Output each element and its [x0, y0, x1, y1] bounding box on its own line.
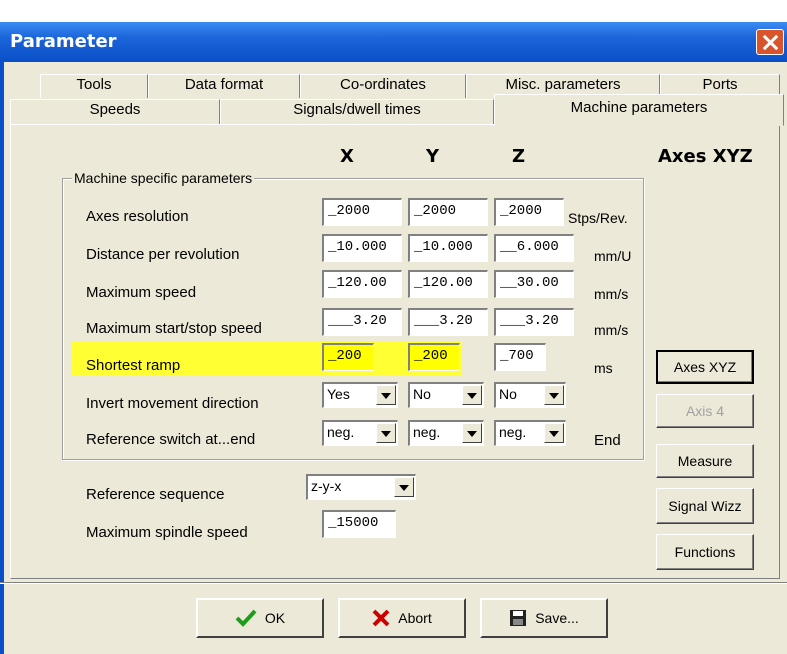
unit-maximum-speed: mm/s [594, 286, 629, 302]
shortest-ramp-z-field[interactable]: _700 [494, 343, 546, 371]
ok-label: OK [264, 610, 286, 626]
refswitch-y-select[interactable]: neg. [408, 420, 484, 446]
x-icon [372, 609, 390, 627]
abort-button[interactable]: Abort [338, 598, 466, 638]
unit-start-stop-speed: mm/s [594, 322, 629, 338]
start-stop-speed-y-field[interactable]: ___3.20 [408, 308, 488, 336]
unit-distance-per-rev: mm/U [594, 248, 632, 264]
label-max-start-stop-speed: Maximum start/stop speed [86, 320, 262, 337]
window-border [0, 62, 4, 654]
label-axes-resolution: Axes resolution [86, 208, 189, 225]
chevron-down-icon[interactable] [376, 385, 396, 405]
unit-reference-switch: End [594, 432, 621, 449]
distance-per-rev-x-field[interactable]: _10.000 [322, 234, 402, 262]
shortest-ramp-x-field[interactable]: _200 [322, 343, 374, 371]
abort-label: Abort [398, 610, 432, 626]
chevron-down-icon[interactable] [462, 423, 482, 443]
axes-resolution-y-field[interactable]: _2000 [408, 198, 488, 226]
tab-speeds[interactable]: Speeds [10, 99, 220, 125]
maximum-speed-z-field[interactable]: __30.00 [494, 270, 574, 298]
start-stop-speed-x-field[interactable]: ___3.20 [322, 308, 402, 336]
floppy-disk-icon [510, 610, 527, 626]
chevron-down-icon[interactable] [462, 385, 482, 405]
label-reference-switch: Reference switch at...end [86, 431, 256, 448]
invert-y-value: No [413, 386, 431, 402]
distance-per-rev-z-field[interactable]: __6.000 [494, 234, 574, 262]
reference-sequence-value: z-y-x [311, 478, 342, 494]
close-button[interactable] [756, 29, 784, 55]
invert-z-select[interactable]: No [494, 382, 566, 408]
bottom-separator [0, 582, 787, 584]
shortest-ramp-y-field[interactable]: _200 [408, 343, 460, 371]
distance-per-rev-y-field[interactable]: _10.000 [408, 234, 488, 262]
refswitch-x-select[interactable]: neg. [322, 420, 398, 446]
axis-4-button[interactable]: Axis 4 [656, 394, 754, 428]
save-label: Save... [535, 610, 579, 626]
title-bar [0, 22, 787, 62]
start-stop-speed-z-field[interactable]: ___3.20 [494, 308, 574, 336]
label-invert-direction: Invert movement direction [86, 395, 259, 412]
unit-shortest-ramp: ms [594, 360, 613, 376]
header-y: Y [426, 146, 440, 167]
save-button[interactable]: Save... [480, 598, 608, 638]
label-maximum-speed: Maximum speed [86, 284, 197, 301]
signal-wizz-button[interactable]: Signal Wizz [656, 488, 754, 524]
tab-data-format[interactable]: Data format [148, 74, 300, 98]
tab-co-ordinates[interactable]: Co-ordinates [300, 74, 466, 98]
chevron-down-icon[interactable] [376, 423, 396, 443]
label-shortest-ramp: Shortest ramp [86, 357, 181, 374]
axes-xyz-button[interactable]: Axes XYZ [656, 350, 754, 384]
checkmark-icon [235, 609, 257, 627]
invert-x-select[interactable]: Yes [322, 382, 398, 408]
axes-resolution-z-field[interactable]: _2000 [494, 198, 564, 226]
measure-button[interactable]: Measure [656, 444, 754, 478]
axes-resolution-x-field[interactable]: _2000 [322, 198, 402, 226]
tab-tools[interactable]: Tools [40, 74, 148, 98]
refswitch-y-value: neg. [413, 424, 441, 440]
invert-x-value: Yes [327, 386, 350, 402]
invert-z-value: No [499, 386, 517, 402]
functions-button[interactable]: Functions [656, 534, 754, 570]
header-z: Z [512, 146, 526, 167]
tab-machine-parameters[interactable]: Machine parameters [494, 94, 784, 126]
window-title: Parameter [10, 31, 117, 52]
chevron-down-icon[interactable] [544, 385, 564, 405]
maximum-speed-x-field[interactable]: _120.00 [322, 270, 402, 298]
refswitch-z-select[interactable]: neg. [494, 420, 566, 446]
invert-y-select[interactable]: No [408, 382, 484, 408]
header-axes-xyz: Axes XYZ [658, 146, 753, 167]
label-max-spindle-speed: Maximum spindle speed [86, 524, 248, 541]
chevron-down-icon[interactable] [544, 423, 564, 443]
maximum-speed-y-field[interactable]: _120.00 [408, 270, 488, 298]
header-x: X [340, 146, 354, 167]
label-distance-per-revolution: Distance per revolution [86, 246, 240, 263]
max-spindle-speed-field[interactable]: _15000 [322, 510, 396, 538]
tab-signals-dwell-times[interactable]: Signals/dwell times [220, 99, 494, 125]
refswitch-x-value: neg. [327, 424, 355, 440]
ok-button[interactable]: OK [196, 598, 324, 638]
reference-sequence-select[interactable]: z-y-x [306, 474, 416, 500]
refswitch-z-value: neg. [499, 424, 527, 440]
group-label: Machine specific parameters [72, 170, 255, 186]
chevron-down-icon[interactable] [394, 477, 414, 497]
unit-axes-resolution: Stps/Rev. [568, 210, 628, 226]
label-reference-sequence: Reference sequence [86, 486, 225, 503]
